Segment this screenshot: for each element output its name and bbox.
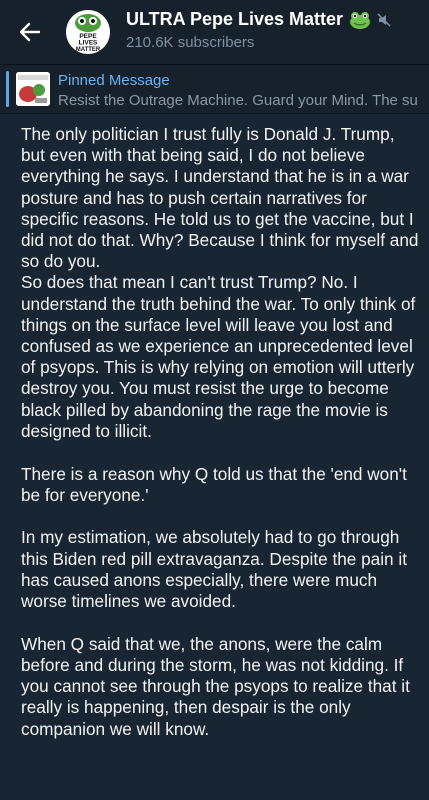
channel-name: ULTRA Pepe Lives Matter [126,9,344,29]
back-arrow-icon [19,22,41,42]
chat-header: PEPE LIVES MATTER ULTRA Pepe Lives Matte… [0,0,429,64]
channel-title[interactable]: ULTRA Pepe Lives Matter [126,9,391,30]
pinned-label: Pinned Message [58,72,170,89]
channel-avatar[interactable]: PEPE LIVES MATTER [66,10,110,54]
subscriber-count: 210.6K subscribers [126,34,255,51]
svg-text:LIVES: LIVES [79,40,98,47]
message-bubble: The only politician I trust fully is Don… [0,114,429,800]
message-paragraph: When Q said that we, the anons, were the… [21,633,415,739]
pinned-message-bar[interactable]: Pinned Message Resist the Outrage Machin… [0,64,429,113]
message-paragraph: There is a reason why Q told us that the… [21,463,412,505]
pinned-text: Resist the Outrage Machine. Guard your M… [58,92,418,109]
frog-emoji-icon [350,11,371,29]
pinned-thumbnail [16,72,50,106]
back-button[interactable] [14,16,46,48]
message-text: The only politician I trust fully is Don… [21,124,421,761]
svg-text:MATTER: MATTER [76,47,101,53]
message-paragraph: The only politician I trust fully is Don… [21,124,419,441]
message-paragraph: In my estimation, we absolutely had to g… [21,527,412,612]
pepe-avatar: PEPE LIVES MATTER [66,10,110,54]
pin-indicator [6,71,9,107]
muted-icon [377,12,391,27]
